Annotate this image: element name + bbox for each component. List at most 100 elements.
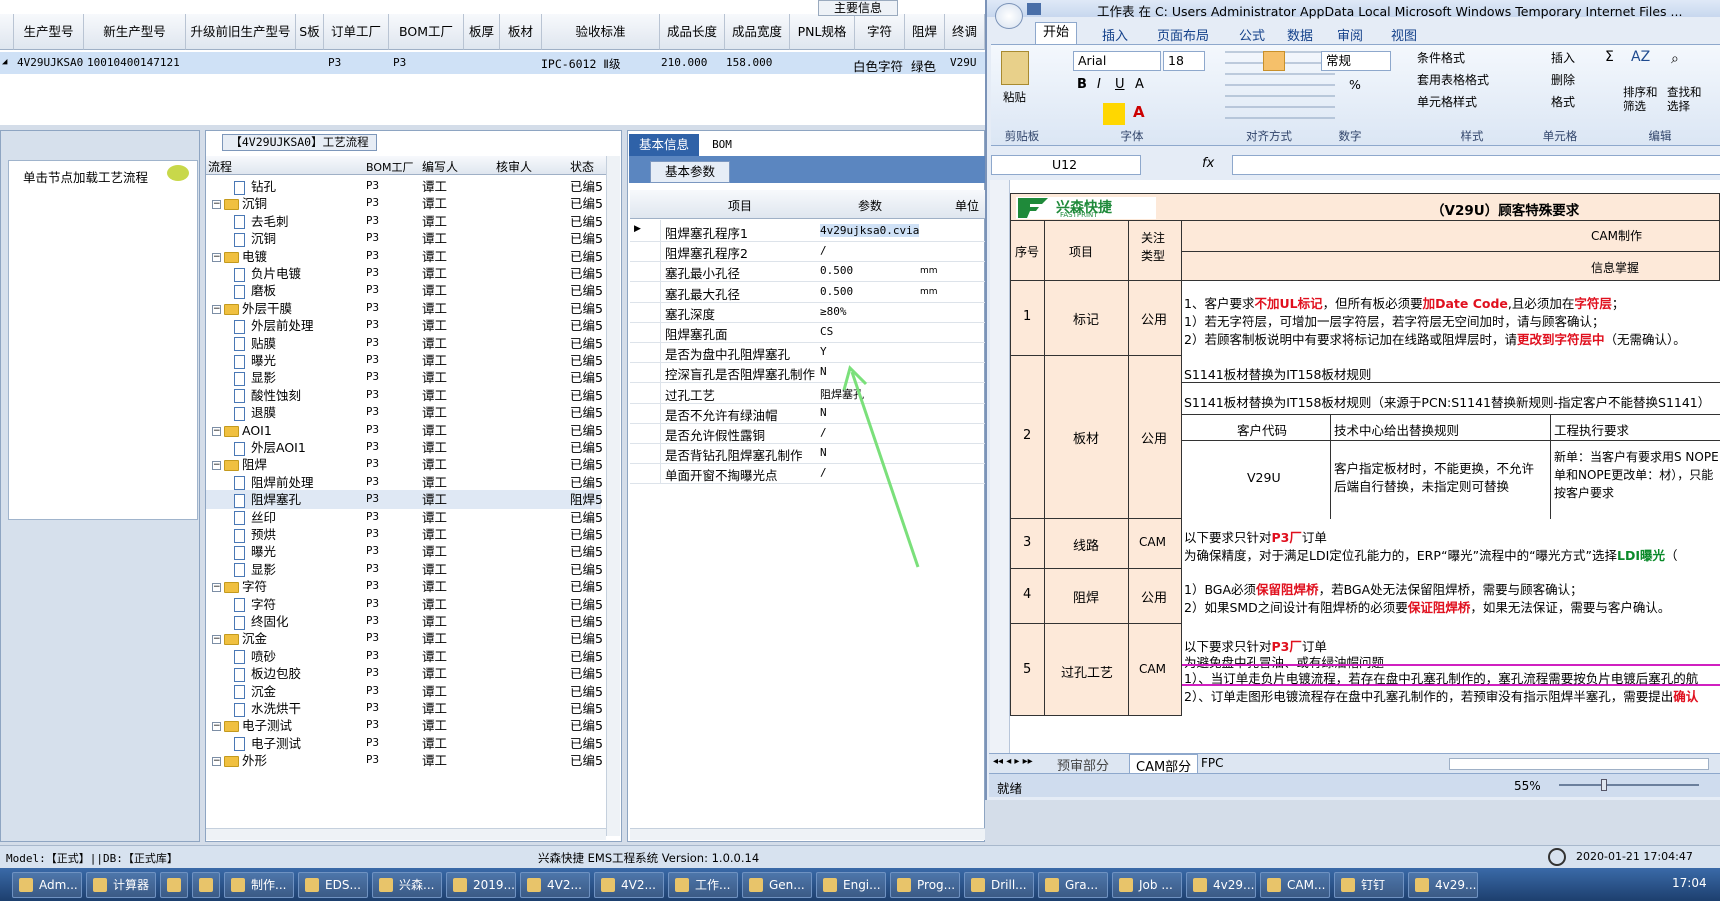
sheet-nav-icons[interactable]: ◂◂ ◂ ▸ ▸▸ bbox=[993, 756, 1033, 767]
find-select-label[interactable]: 查找和选择 bbox=[1667, 85, 1707, 113]
process-node[interactable]: 电子测试 bbox=[234, 734, 301, 753]
process-row[interactable]: 喷砂 P3 谭工 已编5 bbox=[206, 647, 603, 666]
start-button[interactable] bbox=[2, 871, 10, 897]
process-row[interactable]: − 阻焊 P3 谭工 已编5 bbox=[206, 455, 603, 474]
col-char[interactable]: 字符 bbox=[855, 14, 905, 50]
taskbar-item[interactable]: 制作... bbox=[224, 872, 294, 898]
taskbar-item[interactable]: 工作... bbox=[668, 872, 738, 898]
param-value[interactable]: 0.500 bbox=[820, 264, 853, 277]
col-bom-factory[interactable]: BOM工厂 bbox=[366, 159, 414, 175]
col-new-model[interactable]: 新生产型号 bbox=[84, 14, 186, 50]
col-prod-model[interactable]: 生产型号 bbox=[14, 14, 84, 50]
param-value[interactable]: ≥80% bbox=[820, 305, 847, 318]
fx-icon[interactable]: fx bbox=[1202, 156, 1214, 171]
font-size-select[interactable]: 18 bbox=[1163, 51, 1205, 71]
process-row[interactable]: 去毛刺 P3 谭工 已编5 bbox=[206, 212, 603, 231]
process-row[interactable]: 阻焊前处理 P3 谭工 已编5 bbox=[206, 473, 603, 492]
param-row[interactable]: 是否背钻孔阻焊塞孔制作 N bbox=[630, 442, 985, 465]
font-name-select[interactable]: Arial bbox=[1073, 51, 1161, 71]
process-node[interactable]: 水洗烘干 bbox=[234, 699, 301, 718]
zoom-slider-thumb[interactable] bbox=[1601, 779, 1607, 791]
taskbar-item[interactable]: Prog... bbox=[890, 872, 960, 898]
tab-formulas[interactable]: 公式 bbox=[1239, 25, 1265, 44]
param-row[interactable]: 塞孔深度 ≥80% bbox=[630, 300, 985, 323]
taskbar-item[interactable]: Adm... bbox=[12, 872, 82, 898]
param-value[interactable]: 0.500 bbox=[820, 285, 853, 298]
format-table-btn[interactable]: 套用表格格式 bbox=[1417, 71, 1489, 88]
col-item[interactable]: 项目 bbox=[728, 197, 752, 214]
taskbar-item[interactable] bbox=[192, 872, 220, 898]
paste-icon[interactable] bbox=[1001, 51, 1029, 85]
param-row[interactable]: 阻焊塞孔程序2 / bbox=[630, 240, 985, 263]
zoom-slider[interactable] bbox=[1559, 784, 1699, 786]
process-row[interactable]: 阻焊塞孔 P3 谭工 阻焊5 bbox=[206, 490, 603, 510]
taskbar-item[interactable]: Gra... bbox=[1038, 872, 1108, 898]
param-value[interactable]: / bbox=[820, 426, 827, 439]
param-row[interactable]: 控深盲孔是否阻焊塞孔制作 N bbox=[630, 361, 985, 384]
align-center-icon[interactable] bbox=[1263, 51, 1285, 71]
col-width[interactable]: 成品宽度 bbox=[725, 14, 790, 50]
process-row[interactable]: 酸性蚀刻 P3 谭工 已编5 bbox=[206, 386, 603, 405]
process-node[interactable]: 阻焊塞孔 bbox=[234, 490, 301, 509]
col-writer[interactable]: 编写人 bbox=[422, 158, 458, 175]
col-order-factory[interactable]: 订单工厂 bbox=[324, 14, 389, 50]
load-hint-panel[interactable]: 单击节点加载工艺流程 bbox=[8, 160, 198, 520]
paste-label[interactable]: 粘贴 bbox=[1003, 89, 1026, 105]
process-node[interactable]: 退膜 bbox=[234, 403, 276, 422]
collapse-icon[interactable]: − bbox=[212, 583, 221, 593]
param-row[interactable]: 塞孔最大孔径 0.500 mm bbox=[630, 280, 985, 303]
tab-view[interactable]: 视图 bbox=[1391, 25, 1417, 44]
insert-cells-btn[interactable]: 插入 bbox=[1551, 49, 1575, 66]
process-row[interactable]: 磨板 P3 谭工 已编5 bbox=[206, 281, 603, 300]
taskbar-item[interactable]: Drill... bbox=[964, 872, 1034, 898]
process-node[interactable]: 外层AOI1 bbox=[234, 438, 306, 457]
process-row[interactable]: − 电子测试 P3 谭工 已编5 bbox=[206, 716, 603, 735]
process-node[interactable]: − 沉金 bbox=[212, 629, 267, 648]
collapse-icon[interactable]: − bbox=[212, 635, 221, 645]
process-node[interactable]: 去毛刺 bbox=[234, 212, 289, 231]
process-row[interactable]: 显影 P3 谭工 已编5 bbox=[206, 560, 603, 579]
param-value[interactable]: N bbox=[820, 446, 827, 459]
col-old-model[interactable]: 升级前旧生产型号 bbox=[186, 14, 296, 50]
process-node[interactable]: 喷砂 bbox=[234, 647, 276, 666]
process-row[interactable]: − 沉金 P3 谭工 已编5 bbox=[206, 629, 603, 648]
process-row[interactable]: 板边包胶 P3 谭工 已编5 bbox=[206, 664, 603, 683]
process-node[interactable]: 丝印 bbox=[234, 508, 276, 527]
process-row[interactable]: 贴膜 P3 谭工 已编5 bbox=[206, 334, 603, 353]
param-row[interactable]: 是否不允许有绿油帽 N bbox=[630, 401, 985, 424]
process-node[interactable]: 阻焊前处理 bbox=[234, 473, 314, 492]
process-node[interactable]: − AOI1 bbox=[212, 421, 272, 440]
col-thickness[interactable]: 板厚 bbox=[464, 14, 500, 50]
param-row[interactable]: 塞孔最小孔径 0.500 mm bbox=[630, 260, 985, 283]
process-node[interactable]: 磨板 bbox=[234, 281, 276, 300]
process-row[interactable]: 曝光 P3 谭工 已编5 bbox=[206, 351, 603, 370]
param-row[interactable]: 是否为盘中孔阻焊塞孔 Y bbox=[630, 341, 985, 364]
process-node[interactable]: − 沉铜 bbox=[212, 194, 267, 213]
tab-page-layout[interactable]: 页面布局 bbox=[1157, 25, 1209, 44]
process-node[interactable]: 显影 bbox=[234, 560, 276, 579]
tree-hscrollbar[interactable] bbox=[206, 828, 606, 840]
taskbar-item[interactable]: Engi... bbox=[816, 872, 886, 898]
sheet-hscrollbar[interactable] bbox=[1449, 758, 1709, 770]
font-color-icon[interactable]: A bbox=[1133, 103, 1145, 121]
process-row[interactable]: 电子测试 P3 谭工 已编5 bbox=[206, 734, 603, 753]
col-bom-factory[interactable]: BOM工厂 bbox=[389, 14, 464, 50]
process-row[interactable]: 钻孔 P3 谭工 已编5 bbox=[206, 177, 603, 196]
process-node[interactable]: − 外形 bbox=[212, 751, 267, 770]
name-box[interactable]: U12 bbox=[991, 155, 1141, 175]
process-node[interactable]: 曝光 bbox=[234, 542, 276, 561]
process-row[interactable]: − AOI1 P3 谭工 已编5 bbox=[206, 421, 603, 440]
process-node[interactable]: − 电子测试 bbox=[212, 716, 292, 735]
autosum-icon[interactable]: Σ bbox=[1605, 49, 1614, 65]
tab-review[interactable]: 审阅 bbox=[1337, 25, 1363, 44]
taskbar-item[interactable]: 4V2... bbox=[594, 872, 664, 898]
process-node[interactable]: − 外层干膜 bbox=[212, 299, 292, 318]
process-row[interactable]: 显影 P3 谭工 已编5 bbox=[206, 368, 603, 387]
format-cells-btn[interactable]: 格式 bbox=[1551, 93, 1575, 110]
process-node[interactable]: 预烘 bbox=[234, 525, 276, 544]
number-format-select[interactable]: 常规 bbox=[1321, 51, 1391, 71]
taskbar-item[interactable]: EDS... bbox=[298, 872, 368, 898]
process-node[interactable]: 沉金 bbox=[234, 682, 276, 701]
taskbar-item[interactable]: 4V2... bbox=[520, 872, 590, 898]
sheet-tab-fpc[interactable]: FPC bbox=[1201, 756, 1224, 770]
